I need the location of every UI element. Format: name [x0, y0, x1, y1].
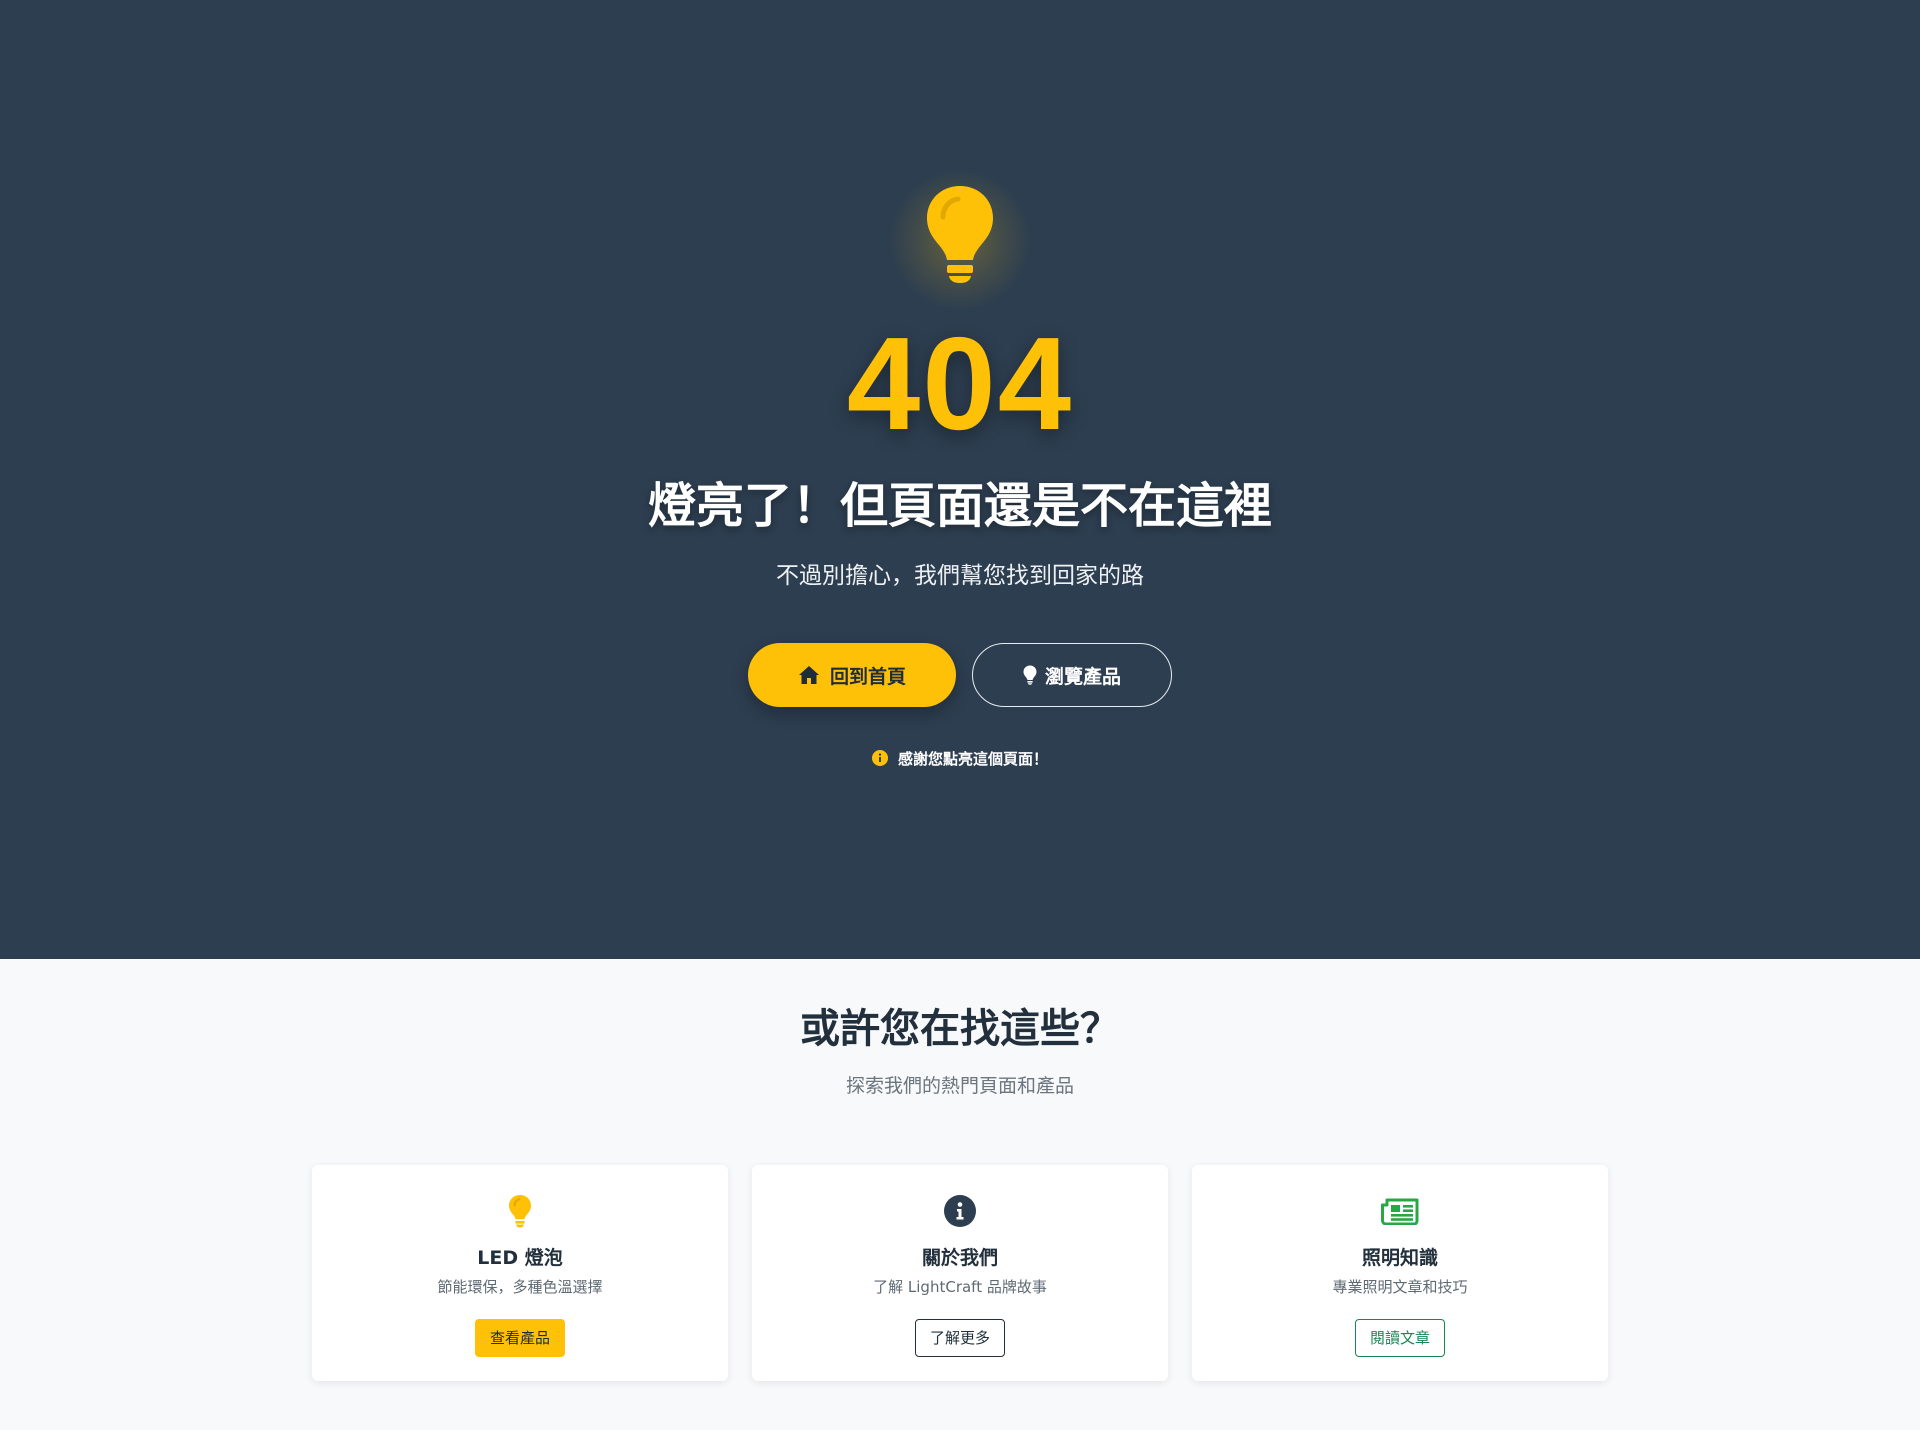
hero-lightbulb [888, 168, 1032, 312]
info-circle-icon [871, 750, 888, 766]
card-title: 照明知識 [1361, 1247, 1438, 1269]
suggestion-card-about-us: 關於我們 了解 LightCraft 品牌故事 了解更多 [752, 1165, 1168, 1381]
suggestions-subtitle: 探索我們的熱門頁面和產品 [845, 1075, 1074, 1097]
read-articles-button[interactable]: 閱讀文章 [1355, 1319, 1445, 1357]
newspaper-icon [1381, 1198, 1419, 1225]
home-button-label: 回到首頁 [829, 665, 906, 688]
hero-actions: 回到首頁 瀏覽產品 [0, 643, 1920, 707]
card-title: LED 燈泡 [477, 1247, 563, 1269]
card-title: 關於我們 [921, 1247, 998, 1269]
thanks-text: 感謝您點亮這個頁面！ [897, 749, 1048, 768]
browse-products-button[interactable]: 瀏覽產品 [972, 643, 1172, 707]
card-description: 了解 LightCraft 品牌故事 [873, 1278, 1047, 1296]
thanks-message: 感謝您點亮這個頁面！ [0, 747, 1920, 769]
suggestion-card-lighting-knowledge: 照明知識 專業照明文章和技巧 閱讀文章 [1192, 1165, 1608, 1381]
card-description: 專業照明文章和技巧 [1332, 1278, 1468, 1296]
learn-more-button[interactable]: 了解更多 [915, 1319, 1005, 1357]
suggestions-title: 或許您在找這些？ [800, 1006, 1120, 1052]
home-icon [798, 666, 819, 684]
page-subtitle: 不過別擔心，我們幫您找到回家的路 [776, 563, 1144, 589]
browse-button-label: 瀏覽產品 [1044, 665, 1121, 688]
lightbulb-icon [927, 186, 993, 283]
view-products-button[interactable]: 查看產品 [475, 1319, 565, 1357]
lightbulb-icon [1023, 665, 1037, 685]
suggestion-card-led-bulbs: LED 燈泡 節能環保，多種色溫選擇 查看產品 [312, 1165, 728, 1381]
card-description: 節能環保，多種色溫選擇 [437, 1278, 603, 1296]
error-code: 404 [846, 310, 1074, 457]
home-button[interactable]: 回到首頁 [748, 643, 956, 707]
info-circle-icon [944, 1195, 976, 1227]
error-hero: 404 燈亮了！但頁面還是不在這裡 不過別擔心，我們幫您找到回家的路 回到首頁 … [0, 0, 1920, 959]
page-title: 燈亮了！但頁面還是不在這裡 [647, 478, 1272, 534]
suggestions-section: 或許您在找這些？ 探索我們的熱門頁面和產品 LED 燈泡 節能環保，多種色溫選擇… [0, 959, 1920, 1430]
lightbulb-icon [509, 1195, 531, 1228]
